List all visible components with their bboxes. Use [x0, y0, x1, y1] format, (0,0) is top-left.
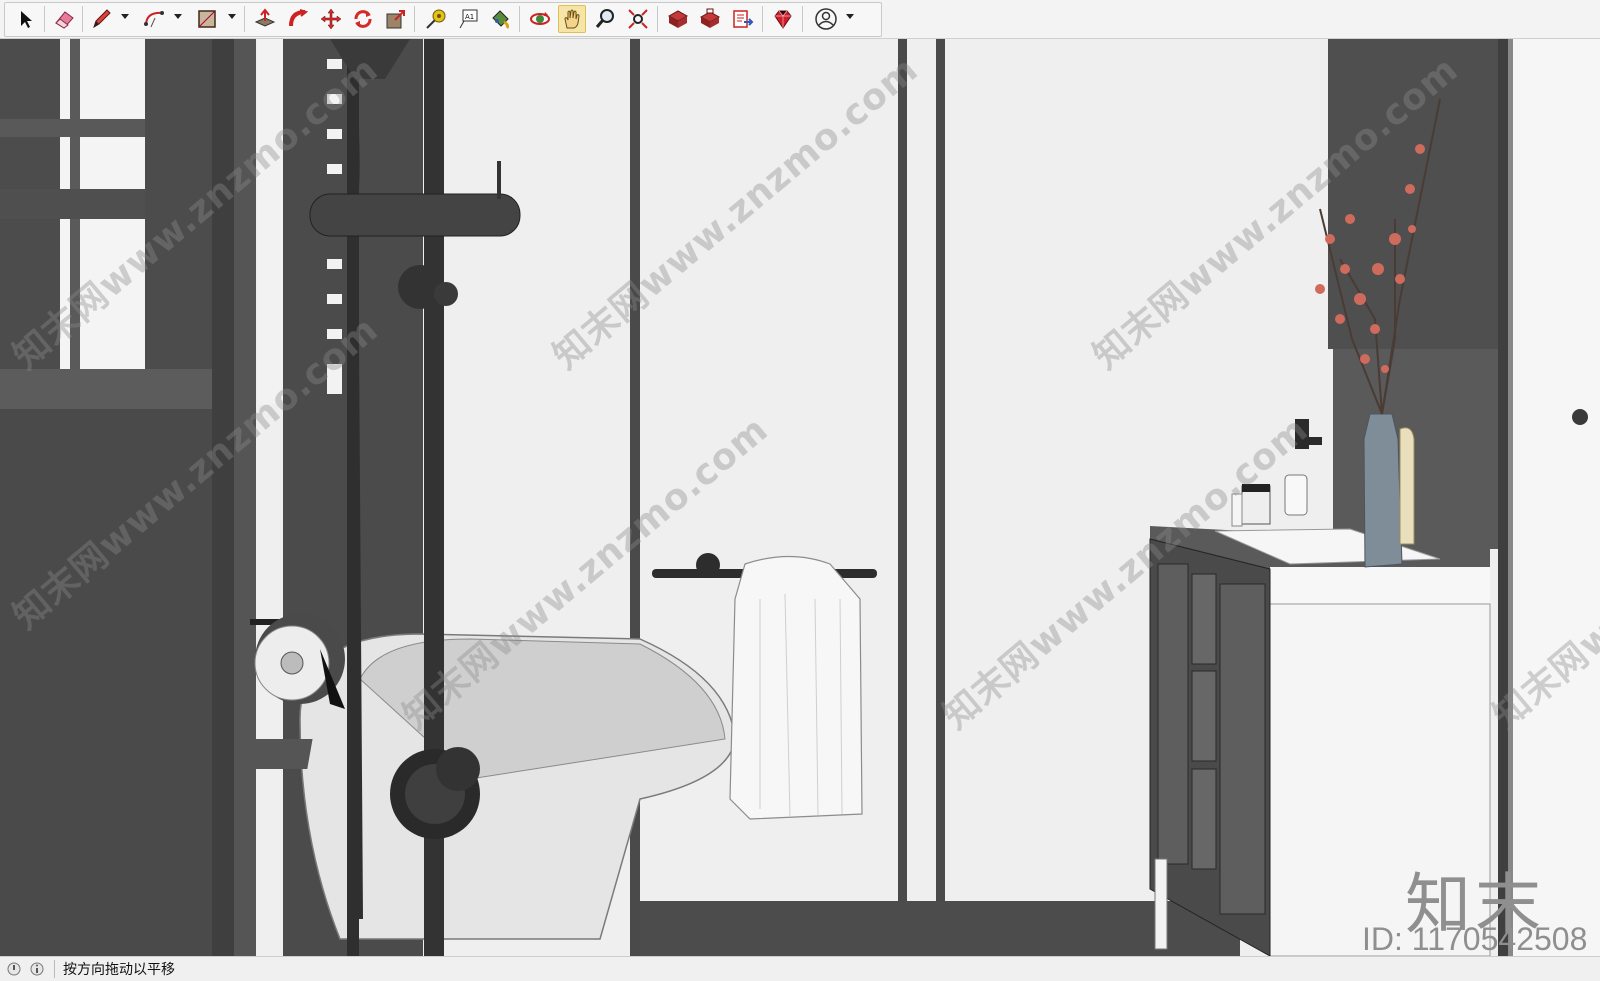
pan-hand-icon [564, 9, 580, 29]
extension-warehouse-icon [699, 8, 721, 28]
push-pull-tool-button[interactable] [251, 5, 279, 33]
glass-frame-center [898, 39, 907, 956]
pencil-icon [93, 9, 111, 29]
tape-measure-icon [426, 9, 446, 29]
zoom-icon [595, 9, 614, 28]
main-toolbar: A1 [0, 0, 1600, 39]
push-pull-icon [254, 8, 276, 27]
follow-me-tool-button[interactable] [284, 5, 312, 33]
arc-dropdown-arrow[interactable] [174, 14, 182, 19]
rectangle-icon [198, 10, 216, 28]
move-icon [320, 8, 342, 30]
pencil-tool-button[interactable] [87, 5, 115, 33]
arrow-cursor-icon [21, 11, 32, 28]
status-bar: 按方向拖动以平移 [0, 956, 1600, 981]
asset-id-label: ID: 1170542508 [1362, 921, 1588, 956]
orbit-icon [530, 12, 550, 25]
tape-measure-tool-button[interactable] [421, 5, 449, 33]
pencil-dropdown-arrow[interactable] [121, 14, 129, 19]
model-viewport[interactable]: 知末网www.znzmo.com 知末网www.znzmo.com 知末网www… [0, 39, 1600, 956]
select-tool-button[interactable] [12, 5, 40, 33]
layout-tool-button[interactable] [729, 5, 757, 33]
status-divider [54, 960, 55, 978]
scale-icon [386, 10, 405, 29]
account-tool-button[interactable] [812, 5, 840, 33]
geo-location-icon[interactable] [5, 960, 23, 978]
scale-tool-button[interactable] [382, 5, 410, 33]
text-icon: A1 [459, 9, 478, 29]
shape-tool-button[interactable] [193, 5, 221, 33]
zoom-extents-tool-button[interactable] [624, 5, 652, 33]
paint-bucket-icon [492, 10, 510, 29]
info-icon[interactable] [28, 960, 46, 978]
text-tool-button[interactable]: A1 [454, 5, 482, 33]
status-hint-text: 按方向拖动以平移 [63, 962, 175, 978]
ruby-icon [774, 10, 792, 29]
orbit-tool-button[interactable] [526, 5, 554, 33]
door-panel [1508, 39, 1600, 956]
rotate-tool-button[interactable] [349, 5, 377, 33]
pan-tool-button[interactable] [558, 5, 586, 33]
follow-me-icon [289, 9, 309, 27]
user-account-icon [815, 8, 837, 30]
account-dropdown-arrow[interactable] [846, 14, 854, 19]
eraser-tool-button[interactable] [50, 5, 78, 33]
ruby-console-tool-button[interactable] [769, 5, 797, 33]
shape-dropdown-arrow[interactable] [228, 14, 236, 19]
warehouse-icon [667, 10, 689, 28]
arc-icon [144, 11, 164, 28]
send-to-layout-icon [733, 10, 754, 28]
rotate-icon [354, 10, 372, 28]
zoom-extents-icon [628, 9, 648, 29]
zoom-tool-button[interactable] [591, 5, 619, 33]
warehouse-tool-button[interactable] [664, 5, 692, 33]
paint-bucket-tool-button[interactable] [486, 5, 514, 33]
svg-text:A1: A1 [465, 13, 474, 21]
eraser-icon [55, 11, 74, 29]
extension-warehouse-tool-button[interactable] [696, 5, 724, 33]
door-handle [1572, 409, 1588, 425]
arc-tool-button[interactable] [140, 5, 168, 33]
move-tool-button[interactable] [317, 5, 345, 33]
